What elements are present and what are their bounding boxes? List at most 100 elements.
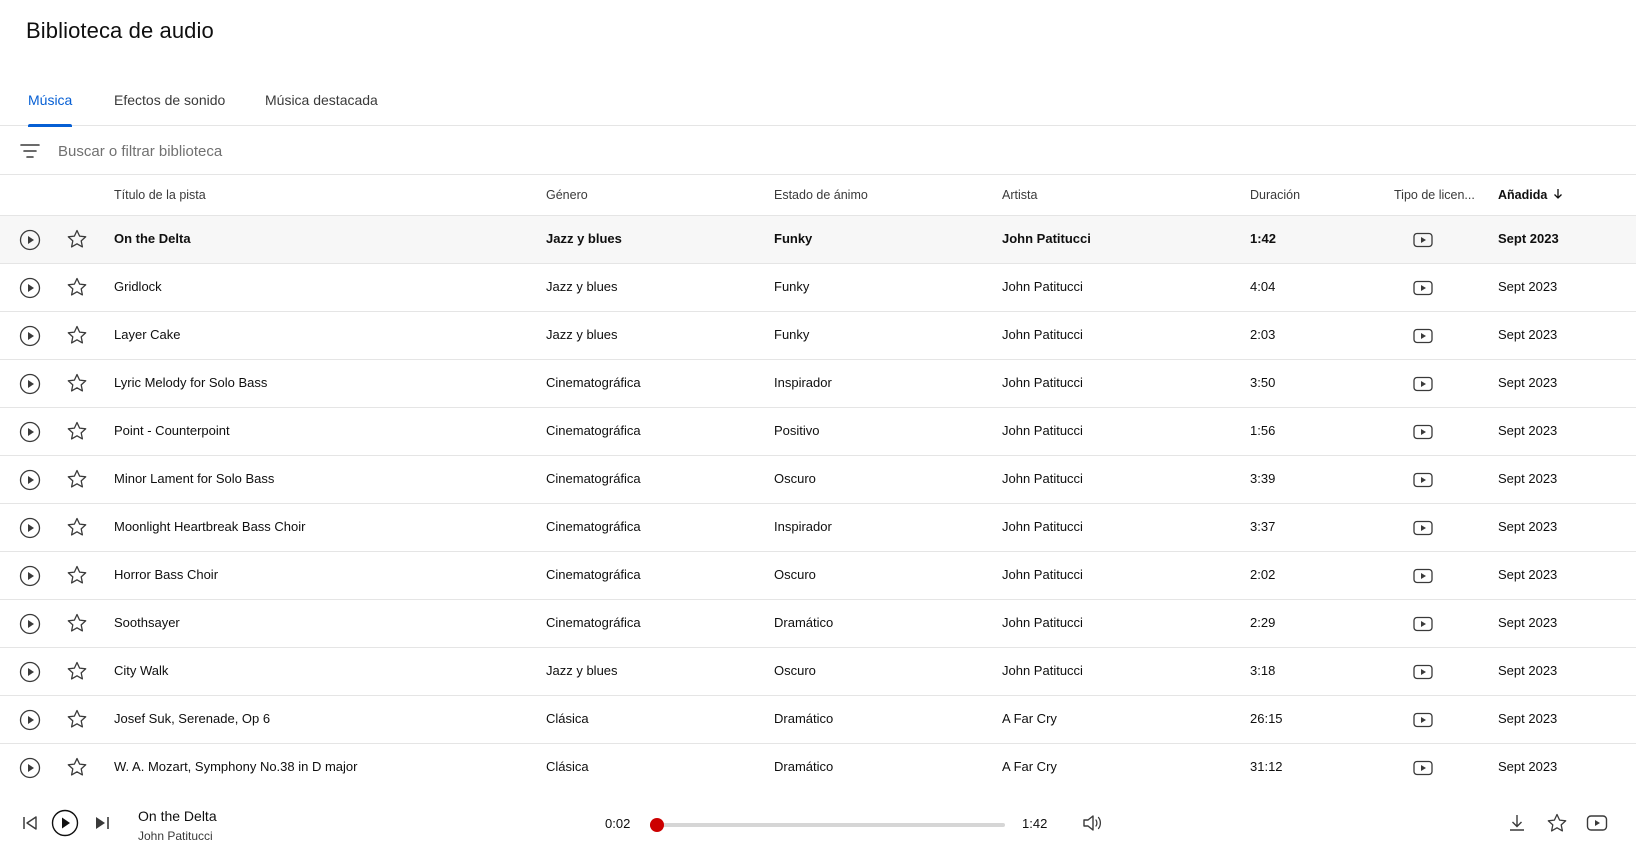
play-icon[interactable] — [19, 325, 41, 347]
track-artist: John Patitucci — [1002, 327, 1083, 342]
youtube-license-icon — [1413, 328, 1433, 344]
track-genre: Cinematográfica — [546, 519, 641, 534]
star-icon[interactable] — [66, 612, 88, 634]
table-row[interactable]: City Walk Jazz y blues Oscuro John Patitucc… — [0, 648, 1636, 696]
skip-next-icon[interactable] — [93, 814, 111, 832]
table-row[interactable]: Minor Lament for Solo Bass Cinematográfic… — [0, 456, 1636, 504]
total-time: 1:42 — [1022, 816, 1048, 831]
track-artist: A Far Cry — [1002, 759, 1057, 774]
star-icon[interactable] — [66, 228, 88, 250]
table-row[interactable]: On the Delta Jazz y blues Funky John Patitu… — [0, 216, 1636, 264]
star-icon[interactable] — [66, 516, 88, 538]
play-icon[interactable] — [19, 373, 41, 395]
play-icon[interactable] — [19, 661, 41, 683]
track-title: Josef Suk, Serenade, Op 6 — [114, 711, 271, 726]
track-genre: Cinematográfica — [546, 423, 641, 438]
star-icon[interactable] — [66, 708, 88, 730]
table-row[interactable]: Layer Cake Jazz y blues Funky John Patitucc… — [0, 312, 1636, 360]
track-artist: John Patitucci — [1002, 519, 1083, 534]
track-title: Horror Bass Choir — [114, 567, 219, 582]
track-mood: Dramático — [774, 759, 834, 774]
search-input[interactable] — [58, 139, 658, 163]
track-title: Gridlock — [114, 279, 162, 294]
table-row[interactable]: Gridlock Jazz y blues Funky John Patitucci 4… — [0, 264, 1636, 312]
track-genre: Clásica — [546, 759, 589, 774]
track-title: Layer Cake — [114, 327, 181, 342]
filter-icon[interactable] — [19, 141, 41, 161]
play-icon[interactable] — [19, 469, 41, 491]
progress-thumb[interactable] — [650, 818, 665, 832]
play-icon[interactable] — [51, 809, 79, 837]
star-icon[interactable] — [66, 276, 88, 298]
header-added[interactable]: Añadida — [1498, 188, 1563, 202]
track-artist: John Patitucci — [1002, 615, 1083, 630]
star-icon[interactable] — [66, 372, 88, 394]
page-title: Biblioteca de audio — [26, 18, 214, 43]
track-title: Lyric Melody for Solo Bass — [114, 375, 268, 390]
table-row[interactable]: W. A. Mozart, Symphony No.38 in D major C… — [0, 744, 1636, 792]
track-added: Sept 2023 — [1498, 375, 1558, 390]
play-icon[interactable] — [19, 277, 41, 299]
star-icon[interactable] — [66, 564, 88, 586]
table-row[interactable]: Lyric Melody for Solo Bass Cinematográfic… — [0, 360, 1636, 408]
star-icon[interactable] — [66, 468, 88, 490]
track-artist: John Patitucci — [1002, 663, 1083, 678]
player-bar: On the Delta John Patitucci 0:02 1:42 — [0, 790, 1636, 847]
table-row[interactable]: Soothsayer Cinematográfica Dramático John P… — [0, 600, 1636, 648]
track-artist: A Far Cry — [1002, 711, 1057, 726]
track-genre: Clásica — [546, 711, 589, 726]
star-icon[interactable] — [66, 660, 88, 682]
header-license[interactable]: Tipo de licen... — [1394, 188, 1475, 202]
volume-icon[interactable] — [1081, 812, 1103, 834]
track-genre: Cinematográfica — [546, 375, 641, 390]
header-duration[interactable]: Duración — [1250, 188, 1300, 202]
track-mood: Funky — [774, 279, 810, 294]
track-added: Sept 2023 — [1498, 567, 1558, 582]
table-row[interactable]: Moonlight Heartbreak Bass Choir Cinematog… — [0, 504, 1636, 552]
track-added: Sept 2023 — [1498, 423, 1558, 438]
track-artist: John Patitucci — [1002, 231, 1091, 246]
track-mood: Funky — [774, 231, 813, 246]
audio-library-page: Biblioteca de audio Música Efectos de so… — [0, 0, 1636, 847]
track-mood: Oscuro — [774, 663, 816, 678]
track-mood: Inspirador — [774, 519, 832, 534]
star-icon[interactable] — [1546, 812, 1568, 834]
track-duration: 3:39 — [1250, 471, 1276, 486]
play-icon[interactable] — [19, 565, 41, 587]
youtube-license-icon — [1413, 232, 1433, 248]
progress-slider[interactable] — [650, 818, 1005, 832]
play-icon[interactable] — [19, 757, 41, 779]
header-artist[interactable]: Artista — [1002, 188, 1037, 202]
youtube-license-icon — [1413, 568, 1433, 584]
track-duration: 2:29 — [1250, 615, 1276, 630]
star-icon[interactable] — [66, 324, 88, 346]
tab-sound-effects[interactable]: Efectos de sonido — [114, 92, 225, 126]
now-playing-title: On the Delta — [138, 808, 217, 824]
track-mood: Dramático — [774, 615, 834, 630]
download-icon[interactable] — [1507, 813, 1527, 833]
current-time: 0:02 — [605, 816, 631, 831]
header-genre[interactable]: Género — [546, 188, 588, 202]
play-icon[interactable] — [19, 229, 41, 251]
header-mood[interactable]: Estado de ánimo — [774, 188, 868, 202]
table-row[interactable]: Josef Suk, Serenade, Op 6 Clásica Dramátic… — [0, 696, 1636, 744]
track-artist: John Patitucci — [1002, 375, 1083, 390]
track-title: On the Delta — [114, 231, 191, 246]
header-title[interactable]: Título de la pista — [114, 188, 206, 202]
track-duration: 26:15 — [1250, 711, 1283, 726]
tab-featured-music[interactable]: Música destacada — [265, 92, 378, 126]
play-icon[interactable] — [19, 613, 41, 635]
table-row[interactable]: Point - Counterpoint Cinematográfica Posit… — [0, 408, 1636, 456]
skip-previous-icon[interactable] — [21, 814, 39, 832]
table-row[interactable]: Horror Bass Choir Cinematográfica Oscuro Jo… — [0, 552, 1636, 600]
play-icon[interactable] — [19, 709, 41, 731]
star-icon[interactable] — [66, 420, 88, 442]
header-added-label: Añadida — [1498, 188, 1548, 202]
play-icon[interactable] — [19, 517, 41, 539]
play-icon[interactable] — [19, 421, 41, 443]
youtube-license-icon — [1413, 376, 1433, 392]
youtube-license-icon — [1413, 280, 1433, 296]
tab-music[interactable]: Música — [28, 92, 73, 127]
youtube-icon[interactable] — [1586, 814, 1608, 832]
star-icon[interactable] — [66, 756, 88, 778]
